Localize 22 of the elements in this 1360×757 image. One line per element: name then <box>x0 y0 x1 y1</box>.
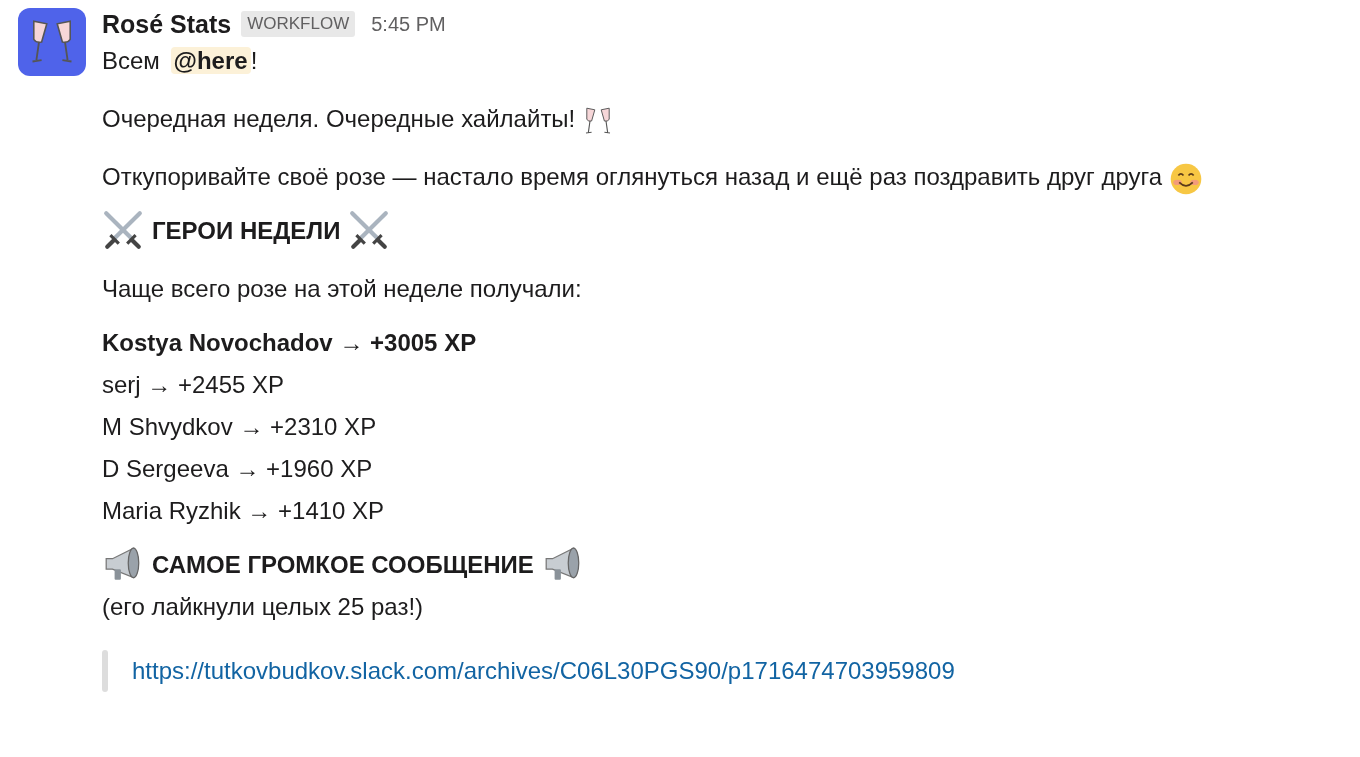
leaderboard-line: Maria Ryzhik → +1410 XP <box>102 496 386 526</box>
message-text: Чаще всего розе на этой неделе получали: <box>102 275 582 302</box>
message-link[interactable]: https://tutkovbudkov.slack.com/archives/C06L30PGS90/p1716474703959809 <box>132 650 955 692</box>
smile-icon <box>1168 161 1203 196</box>
message-text: Откупоривайте своё розе — настало время оглянуться назад и ещё раз поздравить друг друга <box>102 163 1163 190</box>
bot-avatar[interactable] <box>18 8 86 76</box>
leaderboard-line: serj → +2455 XP <box>102 370 286 400</box>
mention[interactable]: @here <box>170 47 251 74</box>
section-heading: ГЕРОИ НЕДЕЛИ <box>152 216 341 246</box>
message-text: (его лайкнули целых 25 раз!) <box>102 593 424 620</box>
sender-name[interactable]: Rosé Stats <box>102 8 232 40</box>
greeting-text: Всем <box>102 47 160 74</box>
crossed-swords-icon <box>102 210 144 252</box>
leaderboard-line: Kostya Novochadov → +3005 XP <box>102 328 478 358</box>
crossed-swords-icon <box>348 210 391 252</box>
message-time[interactable]: 5:45 PM <box>371 8 446 40</box>
exclamation-text: ! <box>250 47 258 74</box>
message-text: Очередная неделя. Очередные хайлайты! <box>102 105 576 132</box>
workflow-badge: WORKFLOW <box>241 11 356 37</box>
leaderboard-line: D Sergeeva → +1960 XP <box>102 454 374 484</box>
section-heading: САМОЕ ГРОМКОЕ СООБЩЕНИЕ <box>152 550 534 580</box>
leaderboard-line: M Shvydkov → +2310 XP <box>102 412 378 442</box>
